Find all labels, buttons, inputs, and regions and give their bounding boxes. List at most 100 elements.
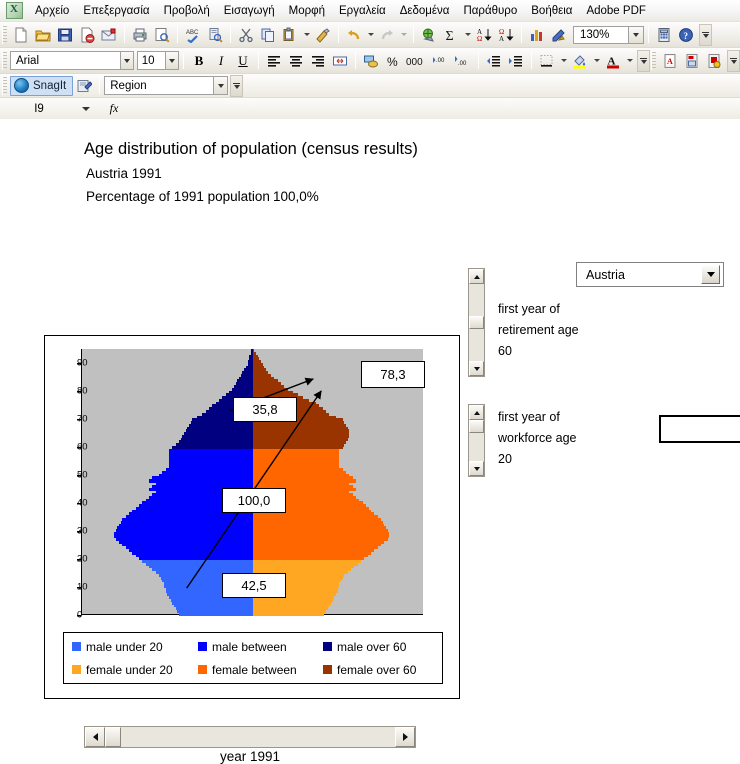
email-icon[interactable] <box>98 24 120 46</box>
menu-item-window[interactable]: Παράθυρο <box>456 3 524 19</box>
retirement-spinner-track[interactable] <box>469 329 484 361</box>
help-icon[interactable]: ? <box>675 24 697 46</box>
new-document-icon[interactable] <box>10 24 32 46</box>
calculator-icon[interactable] <box>653 24 675 46</box>
sort-descending-icon[interactable]: ΩA <box>495 24 517 46</box>
chart-wizard-icon[interactable] <box>526 24 548 46</box>
undo-chevron-down-icon[interactable] <box>365 24 376 46</box>
format-painter-icon[interactable] <box>312 24 334 46</box>
increase-indent-icon[interactable] <box>505 50 527 72</box>
font-color-icon[interactable]: A <box>602 50 624 72</box>
bold-button[interactable]: B <box>188 50 210 72</box>
print-icon[interactable] <box>129 24 151 46</box>
save-icon[interactable] <box>54 24 76 46</box>
menu-item-data[interactable]: Δεδομένα <box>393 3 457 19</box>
country-dropdown[interactable]: Austria <box>576 262 724 287</box>
percent-style-button[interactable]: % <box>382 50 404 72</box>
drawing-icon[interactable] <box>548 24 570 46</box>
decrease-indent-icon[interactable] <box>483 50 505 72</box>
snagit-capture-button[interactable]: SnagIt <box>10 75 74 96</box>
copy-icon[interactable] <box>257 24 279 46</box>
font-size-value[interactable]: 10 <box>136 51 167 70</box>
snagit-properties-icon[interactable] <box>73 75 95 97</box>
year-scroll-thumb[interactable] <box>105 727 121 747</box>
decrease-decimal-icon[interactable]: .00 <box>452 50 474 72</box>
snagit-region-value[interactable]: Region <box>104 76 215 95</box>
merge-center-icon[interactable] <box>329 50 351 72</box>
retirement-spinner-up-button[interactable] <box>469 269 484 284</box>
retirement-spinner-thumb[interactable] <box>469 316 484 329</box>
retirement-spinner-down-button[interactable] <box>469 361 484 376</box>
year-scroll-track[interactable] <box>121 727 395 747</box>
menu-item-format[interactable]: Μορφή <box>282 3 332 19</box>
workforce-spinner-track[interactable] <box>469 433 484 461</box>
comma-style-button[interactable]: 000 <box>404 50 430 72</box>
align-right-icon[interactable] <box>307 50 329 72</box>
font-size-chevron-down-icon[interactable] <box>166 51 179 70</box>
callout-working-age[interactable]: 78,3 <box>361 361 425 388</box>
retirement-spinner-track[interactable] <box>469 284 484 316</box>
paste-icon[interactable] <box>279 24 301 46</box>
undo-icon[interactable] <box>343 24 365 46</box>
year-scrollbar[interactable] <box>84 726 416 748</box>
borders-icon[interactable] <box>536 50 558 72</box>
cut-scissors-icon[interactable] <box>235 24 257 46</box>
name-box-chevron-down-icon[interactable] <box>78 99 94 119</box>
research-icon[interactable] <box>204 24 226 46</box>
year-scroll-right-button[interactable] <box>395 727 415 747</box>
underline-button[interactable]: U <box>232 50 254 72</box>
toolbar-grip[interactable] <box>2 51 7 70</box>
formula-input[interactable] <box>134 99 740 119</box>
autosum-icon[interactable]: Σ <box>440 24 462 46</box>
convert-to-pdf-icon[interactable]: A <box>659 50 681 72</box>
autosum-chevron-down-icon[interactable] <box>462 24 473 46</box>
menu-item-insert[interactable]: Εισαγωγή <box>217 3 282 19</box>
fill-color-chevron-down-icon[interactable] <box>591 50 602 72</box>
workforce-spinner-up-button[interactable] <box>469 405 484 420</box>
toolbar-grip[interactable] <box>2 25 7 44</box>
toolbar-grip[interactable] <box>2 76 7 95</box>
pdf-overflow-button[interactable] <box>727 49 740 72</box>
hyperlink-icon[interactable] <box>418 24 440 46</box>
menu-item-file[interactable]: Αρχείο <box>28 3 76 19</box>
snagit-overflow-button[interactable] <box>230 74 244 97</box>
insert-function-icon[interactable]: fx <box>94 101 134 116</box>
sort-ascending-icon[interactable]: AΩ <box>473 24 495 46</box>
paste-options-chevron-down-icon[interactable] <box>301 24 312 46</box>
callout-under20[interactable]: 42,5 <box>222 573 286 598</box>
retirement-age-spinner[interactable] <box>468 268 485 377</box>
convert-and-review-pdf-icon[interactable] <box>703 50 725 72</box>
name-box[interactable]: I9 <box>0 99 78 119</box>
year-scroll-left-button[interactable] <box>85 727 105 747</box>
menu-item-help[interactable]: Βοήθεια <box>524 3 579 19</box>
workforce-spinner-thumb[interactable] <box>469 420 484 433</box>
menu-item-view[interactable]: Προβολή <box>157 3 217 19</box>
align-left-icon[interactable] <box>263 50 285 72</box>
redo-icon[interactable] <box>376 24 398 46</box>
menu-item-tools[interactable]: Εργαλεία <box>332 3 393 19</box>
print-preview-icon[interactable] <box>151 24 173 46</box>
callout-over60[interactable]: 35,8 <box>233 397 297 422</box>
font-name-value[interactable]: Arial <box>10 51 121 70</box>
menu-item-adobe-pdf[interactable]: Adobe PDF <box>579 3 652 19</box>
zoom-value[interactable]: 130% <box>573 25 629 44</box>
italic-button[interactable]: I <box>210 50 232 72</box>
population-pyramid-chart[interactable]: 0102030405060708090 35,8 78,3 100,0 42,5… <box>44 335 460 699</box>
permission-icon[interactable] <box>76 24 98 46</box>
fill-color-icon[interactable] <box>569 50 591 72</box>
toolbar-overflow-button[interactable] <box>699 23 712 46</box>
workforce-spinner-down-button[interactable] <box>469 461 484 476</box>
spelling-icon[interactable]: ABC <box>182 24 204 46</box>
currency-icon[interactable] <box>360 50 382 72</box>
chevron-down-icon[interactable] <box>701 265 720 284</box>
empty-value-box[interactable] <box>659 415 740 443</box>
formatting-overflow-button[interactable] <box>637 49 650 72</box>
callout-total[interactable]: 100,0 <box>222 488 286 513</box>
snagit-region-chevron-down-icon[interactable] <box>214 76 229 95</box>
convert-and-email-pdf-icon[interactable] <box>681 50 703 72</box>
font-name-chevron-down-icon[interactable] <box>120 51 134 70</box>
align-center-icon[interactable] <box>285 50 307 72</box>
borders-chevron-down-icon[interactable] <box>558 50 569 72</box>
zoom-chevron-down-icon[interactable] <box>629 25 644 44</box>
font-color-chevron-down-icon[interactable] <box>624 50 635 72</box>
